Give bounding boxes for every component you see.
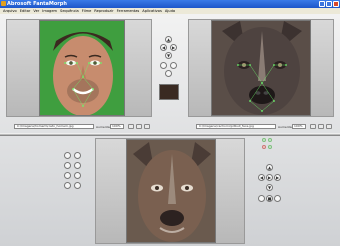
key-right-3[interactable] [74, 172, 81, 179]
right-fit-button[interactable] [310, 124, 316, 129]
right-path-field[interactable]: C:\Imagens\cachorro\pitbull_face.jpg [196, 124, 276, 129]
nudge-left-button[interactable]: ◀ [160, 44, 167, 51]
left-mode-button[interactable] [144, 124, 150, 129]
status-dot-2 [268, 138, 272, 142]
panel-splitter[interactable] [0, 133, 340, 136]
nudge-up-button[interactable]: ▲ [165, 36, 172, 43]
dog-face-image [212, 21, 310, 115]
target-image-dog[interactable] [211, 20, 311, 116]
workspace: C:\Imagens\homem\rosto_homem.jpg Aumenta… [0, 14, 340, 246]
right-zoom-label: Aumentar [278, 125, 293, 129]
morph-preview-image[interactable] [126, 139, 216, 243]
status-dot-4 [268, 145, 272, 149]
preview-thumbnail[interactable] [159, 84, 179, 100]
rotate-left-button[interactable] [160, 62, 167, 69]
play-down-button[interactable]: ▼ [266, 184, 273, 191]
maximize-icon[interactable] [326, 1, 332, 7]
target-panel-right [188, 19, 334, 117]
left-zoom-select[interactable]: 100% [110, 124, 124, 129]
left-fit-button[interactable] [128, 124, 134, 129]
key-left-3[interactable] [64, 172, 71, 179]
play-left-button[interactable]: ◀ [258, 174, 265, 181]
source-panel-left [6, 19, 152, 117]
morph-face-image [127, 140, 215, 242]
title-bar: Abrosoft FantaMorph [0, 0, 340, 8]
left-zoom-label: Aumentar [96, 125, 111, 129]
key-right-1[interactable] [74, 152, 81, 159]
right-zoom-select[interactable]: 100% [292, 124, 306, 129]
next-frame-button[interactable] [274, 195, 281, 202]
play-up-button[interactable]: ▲ [266, 164, 273, 171]
status-dot-1 [262, 138, 266, 142]
nudge-right-button[interactable]: ▶ [170, 44, 177, 51]
play-button[interactable]: ▶ [266, 174, 273, 181]
status-dot-3 [262, 145, 266, 149]
rotate-right-button[interactable] [170, 62, 177, 69]
play-right-button[interactable]: ▶ [274, 174, 281, 181]
prev-frame-button[interactable] [258, 195, 265, 202]
window-title: Abrosoft FantaMorph [7, 1, 67, 7]
left-path-field[interactable]: C:\Imagens\homem\rosto_homem.jpg [14, 124, 94, 129]
right-mode-button[interactable] [326, 124, 332, 129]
key-left-2[interactable] [64, 162, 71, 169]
key-right-4[interactable] [74, 182, 81, 189]
nudge-down-button[interactable]: ▼ [165, 52, 172, 59]
key-left-4[interactable] [64, 182, 71, 189]
right-zoom-button[interactable] [318, 124, 324, 129]
left-zoom-button[interactable] [136, 124, 142, 129]
key-right-2[interactable] [74, 162, 81, 169]
center-button[interactable] [165, 70, 172, 77]
stop-button[interactable]: ■ [266, 195, 273, 202]
close-icon[interactable] [333, 1, 339, 7]
source-image-man[interactable] [39, 20, 125, 116]
man-face-image [40, 21, 124, 115]
minimize-icon[interactable] [319, 1, 325, 7]
key-left-1[interactable] [64, 152, 71, 159]
morph-preview-panel [95, 138, 245, 244]
app-icon [1, 1, 6, 6]
window-controls [319, 1, 339, 7]
